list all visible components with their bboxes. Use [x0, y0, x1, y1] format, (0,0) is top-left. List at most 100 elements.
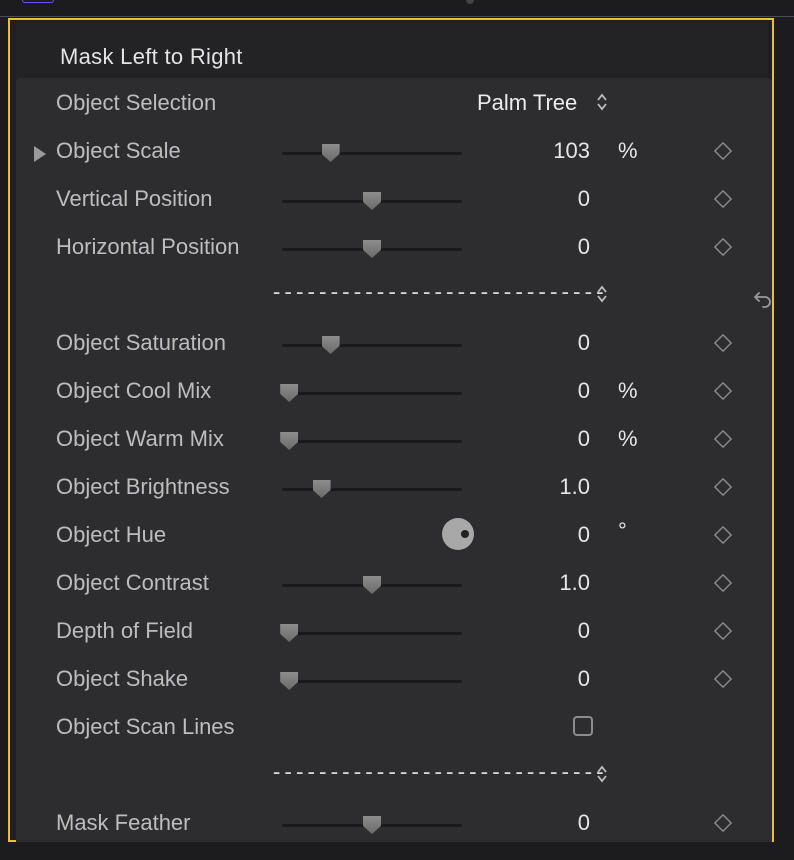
row-object-contrast: Object Contrast 1.0	[16, 558, 772, 606]
effect-header[interactable]: Mask Left to Right	[16, 22, 768, 78]
slider-thumb[interactable]	[363, 192, 381, 210]
object-selection-label: Object Selection	[56, 90, 217, 115]
object-cool-mix-slider[interactable]	[280, 384, 464, 402]
keyframe-diamond-icon[interactable]	[713, 237, 733, 257]
keyframe-diamond-icon[interactable]	[713, 429, 733, 449]
row-object-scale: Object Scale 103 %	[16, 126, 772, 174]
keyframe-diamond-icon[interactable]	[713, 477, 733, 497]
hue-dial-knob[interactable]	[442, 518, 474, 550]
triangle-right-icon[interactable]	[34, 146, 46, 162]
object-scale-slider[interactable]	[282, 144, 464, 162]
object-warm-mix-unit: %	[618, 426, 638, 451]
mask-feather-value[interactable]: 0	[578, 810, 590, 836]
row-separator-2: -----------------------------	[16, 750, 772, 798]
object-hue-label: Object Hue	[56, 522, 167, 547]
vertical-position-label: Vertical Position	[56, 186, 213, 211]
slider-track	[282, 488, 462, 491]
slider-thumb[interactable]	[363, 240, 381, 258]
separator-popup[interactable]: -----------------------------	[270, 280, 620, 308]
keyframe-diamond-icon[interactable]	[713, 669, 733, 689]
row-object-shake: Object Shake 0	[16, 654, 772, 702]
hue-dial-indicator	[461, 530, 469, 538]
object-cool-mix-value[interactable]: 0	[578, 378, 590, 404]
object-brightness-slider[interactable]	[282, 480, 464, 498]
slider-track	[282, 344, 462, 347]
row-object-brightness: Object Brightness 1.0	[16, 462, 772, 510]
object-shake-slider[interactable]	[280, 672, 464, 690]
top-strip	[0, 0, 794, 17]
keyframe-diamond-icon[interactable]	[713, 813, 733, 833]
mask-feather-label: Mask Feather	[56, 810, 191, 835]
row-object-hue: Object Hue 0 °	[16, 510, 772, 558]
mask-feather-slider[interactable]	[282, 816, 464, 834]
object-hue-value[interactable]: 0	[578, 522, 590, 548]
depth-of-field-label: Depth of Field	[56, 618, 193, 643]
object-shake-value[interactable]: 0	[578, 666, 590, 692]
object-brightness-label: Object Brightness	[56, 474, 230, 499]
slider-thumb[interactable]	[321, 144, 340, 162]
separator-dashes: -----------------------------	[270, 760, 607, 785]
object-hue-unit: °	[618, 518, 627, 543]
object-warm-mix-label: Object Warm Mix	[56, 426, 224, 451]
object-shake-label: Object Shake	[56, 666, 189, 691]
slider-thumb[interactable]	[363, 816, 381, 834]
tab-indicator	[22, 0, 54, 3]
keyframe-diamond-icon[interactable]	[713, 333, 733, 353]
object-warm-mix-slider[interactable]	[280, 432, 464, 450]
object-selection-popup[interactable]: Palm Tree	[477, 90, 577, 116]
row-object-cool-mix: Object Cool Mix 0 %	[16, 366, 772, 414]
slider-thumb[interactable]	[280, 624, 299, 642]
chevron-updown-icon[interactable]	[596, 284, 608, 304]
object-saturation-slider[interactable]	[282, 336, 464, 354]
separator-dashes: -----------------------------	[270, 280, 607, 305]
undo-arrow-icon[interactable]	[752, 288, 774, 310]
slider-thumb[interactable]	[312, 480, 331, 498]
row-depth-of-field: Depth of Field 0	[16, 606, 772, 654]
slider-track	[282, 440, 462, 443]
effect-parameters: Object Selection Palm Tree Object Scale …	[16, 78, 772, 842]
slider-thumb[interactable]	[280, 384, 299, 402]
slider-thumb[interactable]	[363, 576, 381, 594]
vertical-position-value[interactable]: 0	[578, 186, 590, 212]
object-cool-mix-unit: %	[618, 378, 638, 403]
row-mask-feather: Mask Feather 0	[16, 798, 772, 846]
keyframe-diamond-icon[interactable]	[713, 573, 733, 593]
horizontal-position-value[interactable]: 0	[578, 234, 590, 260]
object-brightness-value[interactable]: 1.0	[559, 474, 590, 500]
object-scale-unit: %	[618, 138, 638, 163]
slider-thumb[interactable]	[280, 432, 299, 450]
depth-of-field-value[interactable]: 0	[578, 618, 590, 644]
row-vertical-position: Vertical Position 0	[16, 174, 772, 222]
keyframe-diamond-icon[interactable]	[713, 189, 733, 209]
slider-track	[282, 680, 462, 683]
keyframe-diamond-icon[interactable]	[713, 621, 733, 641]
object-cool-mix-label: Object Cool Mix	[56, 378, 212, 403]
top-indicator-dot	[466, 0, 474, 4]
object-contrast-value[interactable]: 1.0	[559, 570, 590, 596]
object-warm-mix-value[interactable]: 0	[578, 426, 590, 452]
slider-track	[282, 632, 462, 635]
row-object-warm-mix: Object Warm Mix 0 %	[16, 414, 772, 462]
slider-track	[282, 152, 462, 155]
object-saturation-label: Object Saturation	[56, 330, 226, 355]
keyframe-diamond-icon[interactable]	[713, 381, 733, 401]
keyframe-diamond-icon[interactable]	[713, 525, 733, 545]
horizontal-position-slider[interactable]	[282, 240, 464, 258]
object-scale-value[interactable]: 103	[553, 138, 590, 164]
slider-thumb[interactable]	[280, 672, 299, 690]
object-contrast-label: Object Contrast	[56, 570, 209, 595]
chevron-updown-icon[interactable]	[596, 764, 608, 784]
slider-thumb[interactable]	[321, 336, 340, 354]
object-saturation-value[interactable]: 0	[578, 330, 590, 356]
slider-track	[282, 392, 462, 395]
depth-of-field-slider[interactable]	[280, 624, 464, 642]
vertical-position-slider[interactable]	[282, 192, 464, 210]
keyframe-diamond-icon[interactable]	[713, 141, 733, 161]
separator-popup[interactable]: -----------------------------	[270, 760, 620, 788]
horizontal-position-label: Horizontal Position	[56, 234, 240, 259]
object-scan-lines-label: Object Scan Lines	[56, 714, 235, 739]
object-contrast-slider[interactable]	[282, 576, 464, 594]
row-object-saturation: Object Saturation 0	[16, 318, 772, 366]
chevron-updown-icon[interactable]	[596, 92, 608, 112]
object-scan-lines-checkbox[interactable]	[573, 716, 593, 736]
